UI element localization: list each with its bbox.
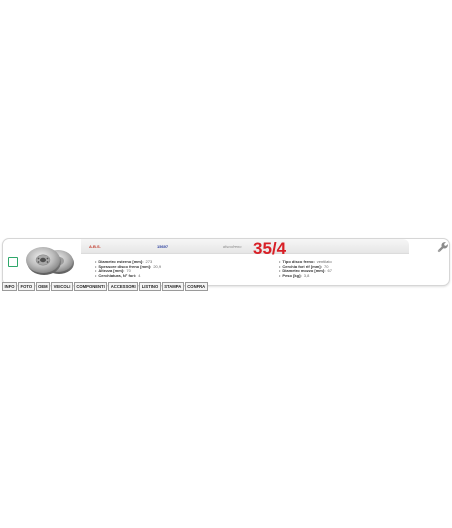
wrench-icon[interactable] <box>437 241 449 253</box>
brand-name[interactable]: A.B.S. <box>89 244 101 249</box>
tab-accessori[interactable]: ACCESSORI <box>108 282 139 291</box>
spec-item: Cerchiatura, N° fori:4 <box>95 273 161 279</box>
specs-list-left: Diametro esterno [mm]:273 Spessore disco… <box>95 259 161 279</box>
tab-stampa[interactable]: STAMPA <box>161 282 184 291</box>
tab-foto[interactable]: FOTO <box>18 282 35 291</box>
tab-veicoli[interactable]: VEICOLI <box>51 282 73 291</box>
tab-componenti[interactable]: COMPONENTI <box>73 282 108 291</box>
brake-disc-image[interactable] <box>23 242 77 278</box>
reference-code: 35/4 <box>253 239 287 258</box>
product-tabs: INFO FOTO OEM VEICOLI COMPONENTI ACCESSO… <box>2 282 208 291</box>
tab-confra[interactable]: CONFRA <box>184 282 208 291</box>
tab-oem[interactable]: OEM <box>35 282 51 291</box>
product-code[interactable]: 15697 <box>157 244 168 249</box>
product-type-label: discofreno <box>223 244 242 249</box>
select-checkbox[interactable] <box>8 257 18 267</box>
tab-info[interactable]: INFO <box>2 282 18 291</box>
spec-item: Peso [kg]:3,8 <box>279 273 332 279</box>
tab-listino[interactable]: LISTINO <box>139 282 161 291</box>
page: A.B.S. 15697 discofreno 35/4 Diametro es… <box>0 0 452 528</box>
product-header-strip <box>81 239 409 254</box>
product-card: A.B.S. 15697 discofreno 35/4 Diametro es… <box>2 238 450 286</box>
specs-list-right: Tipo disco freno:ventilato Cerchia fori … <box>279 259 332 279</box>
